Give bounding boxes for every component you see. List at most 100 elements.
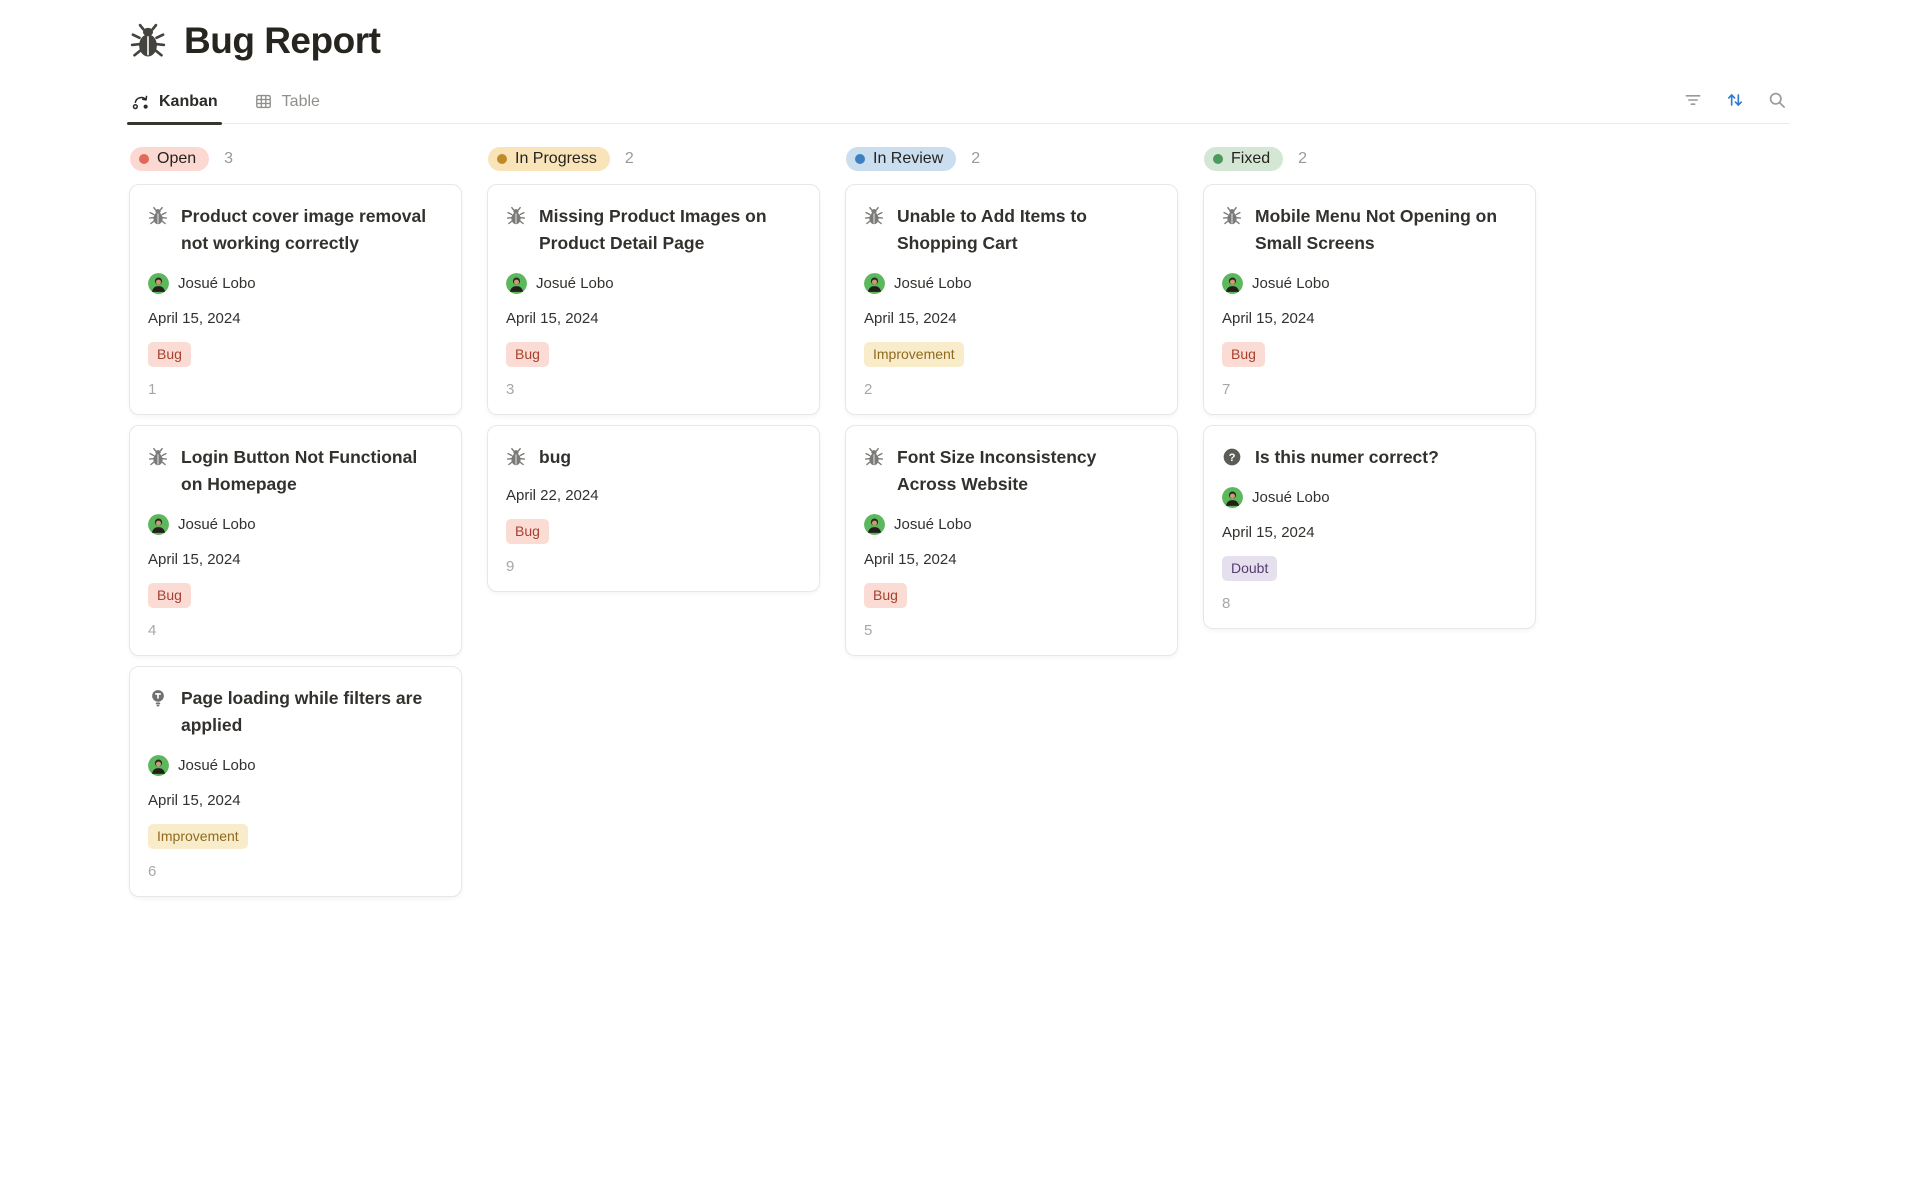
- card-tag-row: Improvement: [864, 342, 1159, 367]
- tab-table[interactable]: Table: [252, 86, 322, 123]
- board-column-in-review: In Review 2 Unable to Add Items to Shopp…: [845, 147, 1178, 656]
- card-date: April 15, 2024: [148, 792, 241, 809]
- tab-kanban-label: Kanban: [159, 93, 218, 111]
- column-count: 2: [971, 150, 980, 168]
- card-title: Unable to Add Items to Shopping Cart: [897, 203, 1159, 257]
- card-number: 7: [1222, 381, 1517, 398]
- card-date: April 15, 2024: [864, 551, 957, 568]
- card-tag-bug: Bug: [148, 583, 191, 608]
- kanban-card[interactable]: Missing Product Images on Product Detail…: [487, 184, 820, 415]
- kanban-card[interactable]: Mobile Menu Not Opening on Small Screens…: [1203, 184, 1536, 415]
- sort-icon[interactable]: [1722, 87, 1748, 113]
- card-assignee: Josué Lobo: [1222, 487, 1517, 508]
- lightbulb-icon: [148, 688, 168, 739]
- card-tag-bug: Bug: [864, 583, 907, 608]
- card-title: Product cover image removal not working …: [181, 203, 443, 257]
- bug-icon: [506, 447, 526, 471]
- card-tag-row: Doubt: [1222, 556, 1517, 581]
- card-tag-bug: Bug: [506, 342, 549, 367]
- card-tag-row: Bug: [506, 342, 801, 367]
- toolbar: [1680, 87, 1790, 123]
- kanban-card[interactable]: Page loading while filters are applied J…: [129, 666, 462, 897]
- assignee-avatar: [506, 273, 527, 294]
- card-title: Missing Product Images on Product Detail…: [539, 203, 801, 257]
- kanban-card[interactable]: bug April 22, 2024 Bug 9: [487, 425, 820, 592]
- card-title: Page loading while filters are applied: [181, 685, 443, 739]
- card-assignee: Josué Lobo: [148, 514, 443, 535]
- card-title-row: bug: [506, 444, 801, 471]
- assignee-avatar: [864, 514, 885, 535]
- assignee-avatar: [148, 755, 169, 776]
- card-number: 3: [506, 381, 801, 398]
- column-cards: Missing Product Images on Product Detail…: [487, 184, 820, 592]
- board-column-fixed: Fixed 2 Mobile Menu Not Opening on Small…: [1203, 147, 1536, 629]
- column-name: In Review: [873, 150, 943, 168]
- kanban-card[interactable]: Product cover image removal not working …: [129, 184, 462, 415]
- card-title-row: Unable to Add Items to Shopping Cart: [864, 203, 1159, 257]
- card-tag-row: Improvement: [148, 824, 443, 849]
- card-date: April 15, 2024: [506, 310, 599, 327]
- card-title-row: Login Button Not Functional on Homepage: [148, 444, 443, 498]
- card-assignee: Josué Lobo: [148, 273, 443, 294]
- assignee-avatar: [148, 514, 169, 535]
- card-number: 5: [864, 622, 1159, 639]
- column-header: Open 3: [129, 147, 462, 171]
- card-tag-row: Bug: [506, 519, 801, 544]
- column-status-pill[interactable]: Fixed: [1204, 147, 1283, 171]
- svg-text:?: ?: [1229, 452, 1236, 464]
- assignee-name: Josué Lobo: [536, 275, 614, 292]
- card-title: Is this numer correct?: [1255, 444, 1439, 471]
- column-header: In Review 2: [845, 147, 1178, 171]
- card-title-row: Product cover image removal not working …: [148, 203, 443, 257]
- table-view-icon: [254, 92, 273, 111]
- bug-icon: [148, 206, 168, 257]
- card-tag-bug: Bug: [506, 519, 549, 544]
- column-name: Fixed: [1231, 150, 1270, 168]
- status-dot-icon: [855, 154, 865, 164]
- card-tag-row: Bug: [148, 342, 443, 367]
- card-number: 2: [864, 381, 1159, 398]
- card-title-row: Font Size Inconsistency Across Website: [864, 444, 1159, 498]
- kanban-card[interactable]: ? Is this numer correct? Josué Lobo Apri…: [1203, 425, 1536, 629]
- kanban-card[interactable]: Font Size Inconsistency Across Website J…: [845, 425, 1178, 656]
- card-title: bug: [539, 444, 571, 471]
- kanban-card[interactable]: Login Button Not Functional on Homepage …: [129, 425, 462, 656]
- assignee-name: Josué Lobo: [894, 516, 972, 533]
- card-number: 9: [506, 558, 801, 575]
- page-header: Bug Report: [129, 20, 1790, 62]
- search-icon[interactable]: [1764, 87, 1790, 113]
- bug-icon: [1222, 206, 1242, 257]
- view-tabs: Kanban Table: [129, 86, 322, 123]
- status-dot-icon: [139, 154, 149, 164]
- card-title-row: Missing Product Images on Product Detail…: [506, 203, 801, 257]
- card-assignee: Josué Lobo: [506, 273, 801, 294]
- card-title-row: ? Is this numer correct?: [1222, 444, 1517, 471]
- tab-table-label: Table: [282, 93, 320, 111]
- board-column-in-progress: In Progress 2 Missing Product Images on …: [487, 147, 820, 592]
- card-title-row: Page loading while filters are applied: [148, 685, 443, 739]
- assignee-name: Josué Lobo: [1252, 489, 1330, 506]
- kanban-board: Open 3 Product cover image removal not w…: [129, 147, 1790, 897]
- card-assignee: Josué Lobo: [1222, 273, 1517, 294]
- status-dot-icon: [1213, 154, 1223, 164]
- card-number: 1: [148, 381, 443, 398]
- column-status-pill[interactable]: In Review: [846, 147, 956, 171]
- column-name: In Progress: [515, 150, 597, 168]
- card-title: Mobile Menu Not Opening on Small Screens: [1255, 203, 1517, 257]
- card-date: April 22, 2024: [506, 487, 599, 504]
- filter-icon[interactable]: [1680, 87, 1706, 113]
- column-cards: Unable to Add Items to Shopping Cart Jos…: [845, 184, 1178, 656]
- view-tabs-bar: Kanban Table: [129, 86, 1790, 124]
- column-status-pill[interactable]: Open: [130, 147, 209, 171]
- card-title: Font Size Inconsistency Across Website: [897, 444, 1159, 498]
- tab-kanban[interactable]: Kanban: [129, 86, 220, 123]
- column-header: Fixed 2: [1203, 147, 1536, 171]
- column-cards: Mobile Menu Not Opening on Small Screens…: [1203, 184, 1536, 629]
- kanban-card[interactable]: Unable to Add Items to Shopping Cart Jos…: [845, 184, 1178, 415]
- column-status-pill[interactable]: In Progress: [488, 147, 610, 171]
- bug-icon: [864, 206, 884, 257]
- card-date: April 15, 2024: [148, 310, 241, 327]
- card-assignee: Josué Lobo: [864, 273, 1159, 294]
- assignee-avatar: [148, 273, 169, 294]
- card-tag-row: Bug: [1222, 342, 1517, 367]
